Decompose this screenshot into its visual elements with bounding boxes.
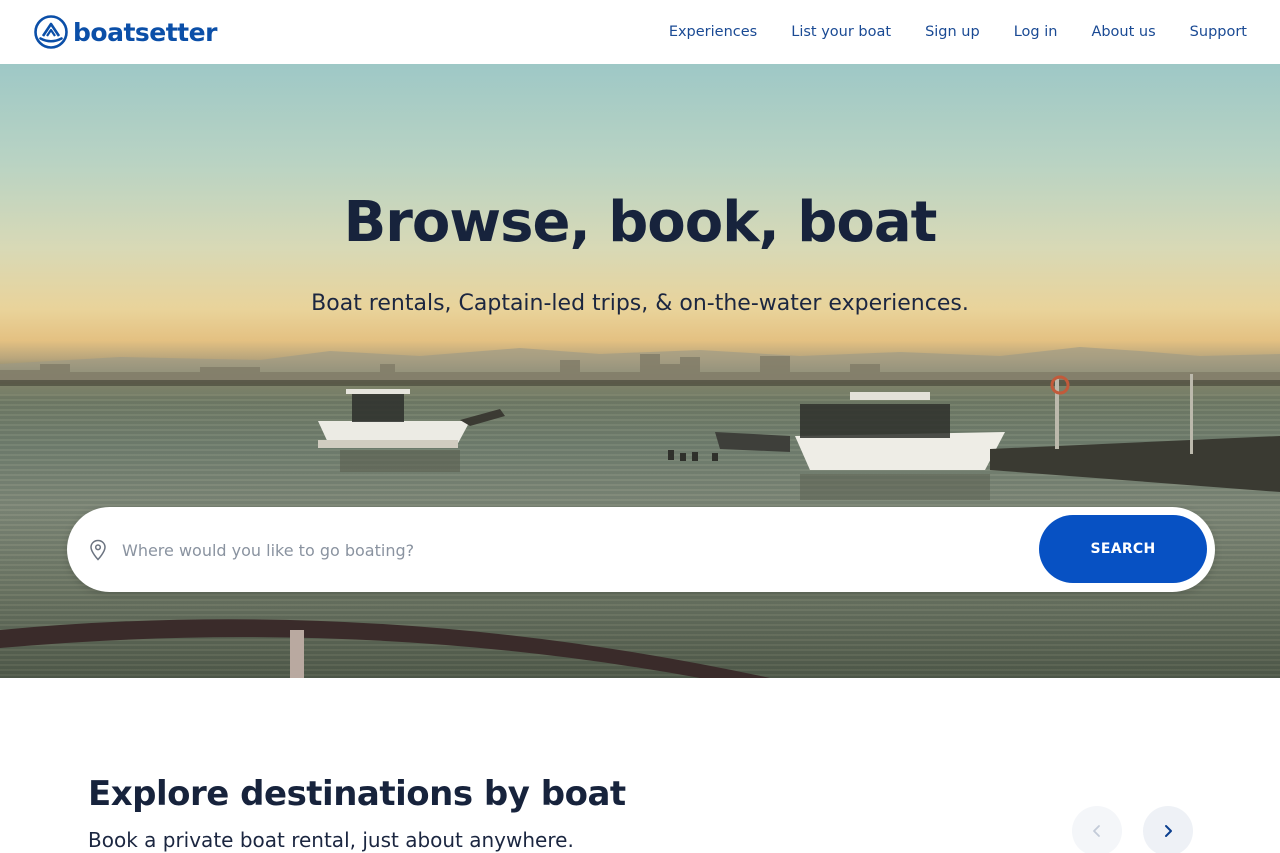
- hero-title: Browse, book, boat: [343, 190, 938, 255]
- map-pin-icon: [90, 539, 106, 561]
- carousel-next-button[interactable]: [1143, 806, 1193, 853]
- logo[interactable]: boatsetter: [34, 14, 217, 50]
- nav-experiences[interactable]: Experiences: [669, 24, 757, 40]
- nav-about-us[interactable]: About us: [1091, 24, 1155, 40]
- hero-subtitle: Boat rentals, Captain-led trips, & on-th…: [311, 291, 969, 316]
- explore-subtitle: Book a private boat rental, just about a…: [88, 828, 574, 852]
- nav-sign-up[interactable]: Sign up: [925, 24, 980, 40]
- boatsetter-logo-icon: [34, 15, 68, 49]
- chevron-right-icon: [1165, 825, 1172, 837]
- explore-title: Explore destinations by boat: [88, 774, 626, 814]
- carousel-prev-button[interactable]: [1072, 806, 1122, 853]
- main-nav: Experiences List your boat Sign up Log i…: [635, 0, 1247, 64]
- chevron-left-icon: [1093, 825, 1100, 837]
- search-input[interactable]: [122, 530, 1022, 570]
- nav-support[interactable]: Support: [1190, 24, 1247, 40]
- site-header: boatsetter Experiences List your boat Si…: [0, 0, 1280, 64]
- nav-log-in[interactable]: Log in: [1014, 24, 1058, 40]
- nav-list-your-boat[interactable]: List your boat: [791, 24, 891, 40]
- logo-text: boatsetter: [73, 17, 217, 47]
- search-button[interactable]: SEARCH: [1039, 515, 1207, 583]
